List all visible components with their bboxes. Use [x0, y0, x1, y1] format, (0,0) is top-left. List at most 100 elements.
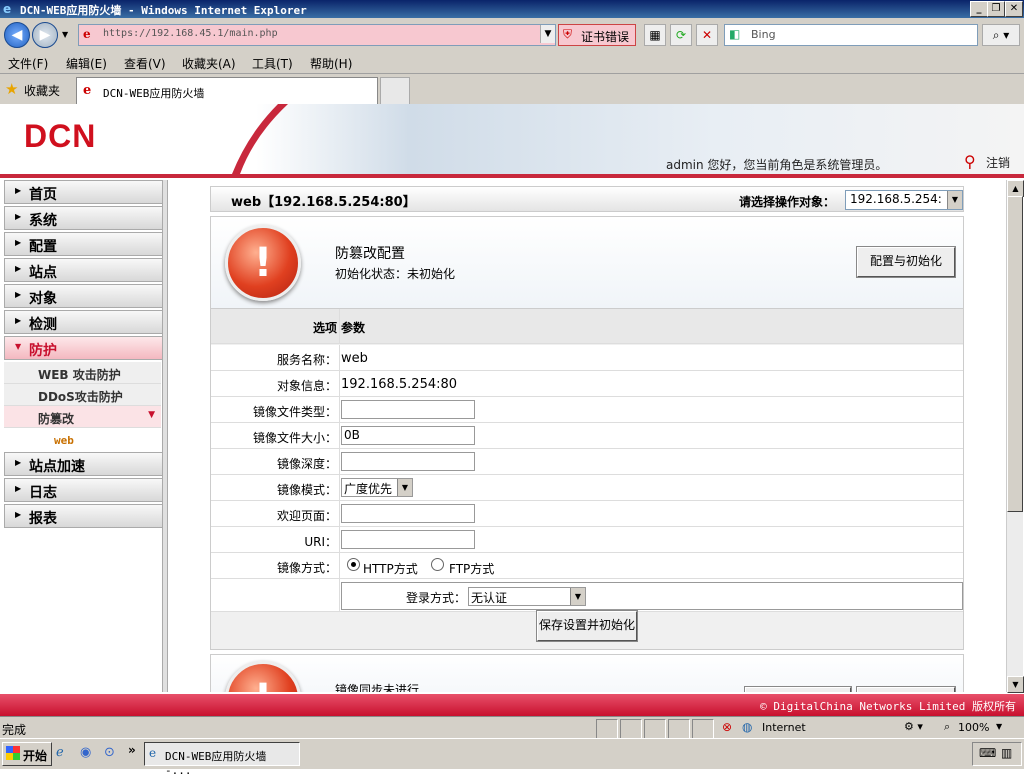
- nav-label: 对象: [29, 291, 57, 307]
- column-divider: [339, 579, 340, 611]
- chevron-right-icon: ▶: [15, 290, 22, 299]
- compatibility-icon[interactable]: ▦: [644, 24, 666, 46]
- favorites-bar: ★ 收藏夹 e DCN-WEB应用防火墙: [0, 74, 1024, 105]
- favorites-star-icon[interactable]: ★: [5, 80, 18, 98]
- url-text: https://192.168.45.1/main.php: [103, 28, 278, 39]
- search-placeholder: Bing: [751, 28, 776, 41]
- nav-report[interactable]: ▶ 报表: [4, 504, 163, 528]
- dcn-logo: DCN: [24, 118, 97, 154]
- globe-icon: ◍: [742, 720, 753, 734]
- http-radio[interactable]: [347, 558, 360, 571]
- config-init-button[interactable]: 配置与初始化: [857, 247, 955, 277]
- nav-detect[interactable]: ▶ 检测: [4, 310, 163, 334]
- nav-acceleration[interactable]: ▶ 站点加速: [4, 452, 163, 476]
- mode-select[interactable]: 广度优先 ▼: [341, 478, 413, 497]
- welcome-page-input[interactable]: [341, 504, 475, 523]
- nav-system[interactable]: ▶ 系统: [4, 206, 163, 230]
- subnav-ddos[interactable]: DDoS攻击防护: [4, 384, 161, 406]
- column-divider: [339, 527, 340, 552]
- file-type-input[interactable]: [341, 400, 475, 419]
- history-dropdown-icon[interactable]: ▼: [62, 30, 68, 39]
- minimize-button[interactable]: _: [970, 1, 988, 17]
- subnav-label: DDoS攻击防护: [38, 390, 123, 404]
- menu-tools[interactable]: 工具(T): [252, 55, 293, 72]
- file-size-input[interactable]: 0B: [341, 426, 475, 445]
- stop-icon[interactable]: ✕: [696, 24, 718, 46]
- file-size-label: 镜像文件大小：: [252, 431, 337, 445]
- subnav-web-attack[interactable]: WEB 攻击防护: [4, 362, 161, 384]
- zoom-dropdown-icon[interactable]: ▼: [996, 722, 1002, 731]
- new-tab-button[interactable]: [380, 77, 410, 105]
- vertical-scrollbar[interactable]: ▲ ▼: [1006, 180, 1024, 693]
- menu-file[interactable]: 文件(F): [8, 55, 48, 72]
- header-param: 参数: [341, 321, 366, 335]
- nav-label: 站点: [29, 265, 57, 281]
- method-label: 镜像方式：: [276, 561, 337, 575]
- nav-protect[interactable]: ▼ 防护: [4, 336, 163, 360]
- back-button[interactable]: ◀: [4, 22, 30, 48]
- close-button[interactable]: ✕: [1005, 1, 1023, 17]
- media-quicklaunch-icon[interactable]: ◉: [80, 745, 91, 760]
- ie-quicklaunch-icon[interactable]: ℯ: [56, 745, 64, 760]
- uri-label: URI：: [304, 535, 337, 549]
- protected-mode-icon[interactable]: ⚙ ▾: [904, 720, 923, 733]
- card2-button-1[interactable]: [745, 687, 851, 692]
- welcome-message: admin 您好，您当前角色是系统管理员。: [666, 158, 888, 172]
- taskbar: 开始 ℯ ◉ ⊙ » e DCN-WEB应用防火墙 -... ⌨ ▥: [0, 738, 1024, 777]
- subnav-web[interactable]: web: [4, 430, 161, 450]
- chevron-down-icon: ▼: [947, 191, 962, 209]
- chevron-right-icon: ▶: [15, 186, 22, 195]
- file-type-label: 镜像文件类型：: [252, 405, 337, 419]
- address-dropdown-icon[interactable]: ▼: [540, 25, 555, 43]
- tamper-config-card: ! 防篡改配置 初始化状态：未初始化 配置与初始化: [210, 216, 964, 310]
- search-button[interactable]: ⌕ ▾: [982, 24, 1020, 46]
- scroll-up-icon[interactable]: ▲: [1007, 180, 1024, 197]
- nav-log[interactable]: ▶ 日志: [4, 478, 163, 502]
- save-init-button[interactable]: 保存设置并初始化: [537, 611, 637, 641]
- subnav-tamper[interactable]: 防篡改 ▼: [4, 406, 161, 428]
- nav-object[interactable]: ▶ 对象: [4, 284, 163, 308]
- target-select[interactable]: 192.168.5.254: ▼: [845, 190, 963, 210]
- status-segment: [644, 719, 666, 739]
- chevron-right-icon: ▶: [15, 484, 22, 493]
- scroll-thumb[interactable]: [1007, 196, 1023, 512]
- certificate-error-button[interactable]: ⛨ 证书错误: [558, 24, 636, 46]
- start-button[interactable]: 开始: [2, 742, 52, 766]
- more-icon[interactable]: »: [128, 743, 136, 757]
- login-method-select[interactable]: 无认证 ▼: [468, 587, 586, 606]
- windows-flag-icon: [6, 746, 20, 760]
- search-input[interactable]: ◧ Bing: [724, 24, 978, 46]
- menu-edit[interactable]: 编辑(E): [66, 55, 107, 72]
- forward-button[interactable]: ▶: [32, 22, 58, 48]
- network-icon[interactable]: ▥: [1001, 746, 1012, 760]
- address-bar[interactable]: e https://192.168.45.1/main.php ▼: [78, 24, 556, 46]
- security-error-icon[interactable]: ⊗: [722, 720, 732, 734]
- desktop-quicklaunch-icon[interactable]: ⊙: [104, 745, 115, 760]
- maximize-button[interactable]: ❐: [987, 1, 1005, 17]
- tab-page-icon: e: [83, 83, 92, 98]
- depth-input[interactable]: [341, 452, 475, 471]
- favorites-label[interactable]: 收藏夹: [24, 82, 60, 99]
- refresh-icon[interactable]: ⟳: [670, 24, 692, 46]
- chevron-down-icon: ▼: [397, 479, 412, 496]
- menu-view[interactable]: 查看(V): [124, 55, 166, 72]
- zoom-level[interactable]: 100%: [958, 721, 989, 734]
- card2-button-2[interactable]: [857, 687, 955, 692]
- nav-home[interactable]: ▶ 首页: [4, 180, 163, 204]
- ftp-radio[interactable]: [431, 558, 444, 571]
- scroll-down-icon[interactable]: ▼: [1007, 676, 1024, 693]
- menu-favorites[interactable]: 收藏夹(A): [182, 55, 236, 72]
- logout-key-icon[interactable]: ⚲: [964, 152, 982, 171]
- table-row: 欢迎页面：: [211, 501, 963, 527]
- menu-help[interactable]: 帮助(H): [310, 55, 352, 72]
- nav-config[interactable]: ▶ 配置: [4, 232, 163, 256]
- browser-tab[interactable]: e DCN-WEB应用防火墙: [76, 77, 378, 104]
- chevron-right-icon: ▶: [15, 238, 22, 247]
- uri-input[interactable]: [341, 530, 475, 549]
- logout-link[interactable]: 注销: [986, 154, 1010, 171]
- taskbar-ie-item[interactable]: e DCN-WEB应用防火墙 -...: [144, 742, 300, 777]
- keyboard-icon[interactable]: ⌨: [979, 746, 996, 760]
- nav-site[interactable]: ▶ 站点: [4, 258, 163, 282]
- nav-label: 站点加速: [29, 459, 85, 475]
- app-footer: © DigitalChina Networks Limited 版权所有: [0, 694, 1024, 716]
